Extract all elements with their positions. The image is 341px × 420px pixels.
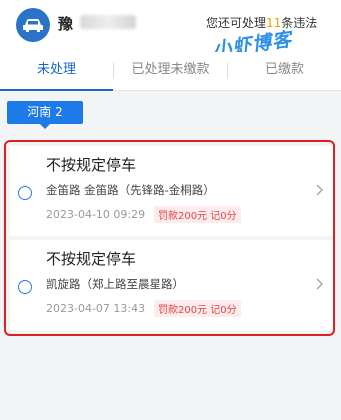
violation-item[interactable]: 不按规定停车 凯旋路（郑上路至晨星路） 2023-04-07 13:43 罚款2…	[10, 240, 333, 330]
license-plate: 豫	[58, 15, 74, 33]
chevron-right-icon[interactable]	[311, 182, 327, 198]
tab-paid[interactable]: 已缴款	[228, 52, 341, 90]
violation-title: 不按规定停车	[46, 250, 137, 268]
violation-item[interactable]: 不按规定停车 金笛路 金笛路（先锋路-金桐路） 2023-04-10 09:29…	[10, 146, 333, 236]
violation-time: 2023-04-10 09:29	[46, 208, 146, 221]
violation-time: 2023-04-07 13:43	[46, 302, 146, 315]
notice-prefix: 您还可处理	[206, 16, 267, 30]
tab-unprocessed[interactable]: 未处理	[0, 52, 113, 91]
violation-list: 不按规定停车 金笛路 金笛路（先锋路-金桐路） 2023-04-10 09:29…	[4, 140, 335, 336]
violation-location: 金笛路 金笛路（先锋路-金桐路）	[46, 183, 215, 197]
penalty-badge: 罚款200元 记0分	[154, 206, 241, 223]
header: 豫 您还可处理11条违法 小虾博客	[0, 0, 341, 61]
region-tag[interactable]: 河南 2	[7, 101, 83, 129]
select-radio[interactable]	[18, 280, 32, 294]
violation-title: 不按规定停车	[46, 156, 137, 174]
tab-processed-unpaid[interactable]: 已处理未缴款	[114, 52, 227, 90]
status-tabs: 未处理 已处理未缴款 已缴款	[0, 52, 341, 91]
violation-location: 凯旋路（郑上路至晨星路）	[46, 277, 184, 291]
car-icon	[16, 8, 50, 42]
chevron-right-icon[interactable]	[311, 276, 327, 292]
plate-blurred	[80, 15, 136, 29]
penalty-badge: 罚款200元 记0分	[154, 300, 241, 317]
select-radio[interactable]	[18, 186, 32, 200]
